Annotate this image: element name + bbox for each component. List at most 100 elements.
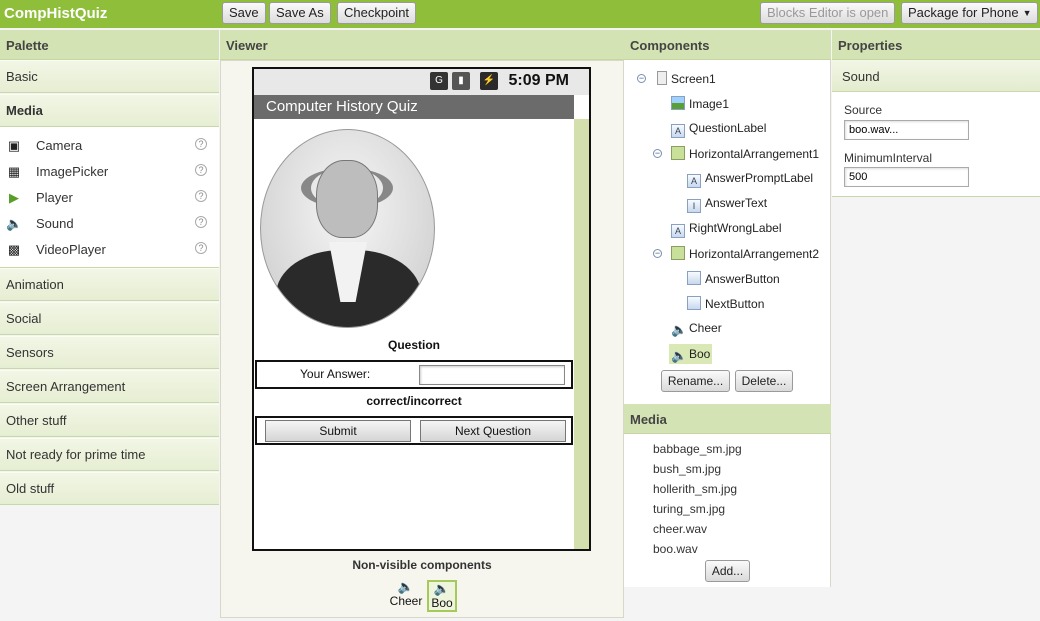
palette-item-player[interactable]: ▶ Player ?	[0, 187, 219, 213]
sound-icon: 🔈	[397, 579, 415, 594]
tree-item-label: Image1	[689, 97, 730, 111]
rename-button[interactable]: Rename...	[661, 370, 730, 392]
save-as-button[interactable]: Save As	[269, 2, 331, 24]
screen-title: Computer History Quiz	[254, 95, 574, 119]
textbox-icon: I	[687, 199, 701, 213]
media-header: Media	[624, 404, 831, 434]
horizontal-arrangement-icon	[671, 146, 685, 160]
tree-item-horizontalarrangement2[interactable]: HorizontalArrangement2	[671, 246, 819, 266]
palette-category-old-stuff[interactable]: Old stuff	[0, 472, 219, 505]
label-icon: A	[687, 174, 701, 188]
palette-category-screen-arrangement[interactable]: Screen Arrangement	[0, 370, 219, 403]
camera-icon: ▣	[7, 138, 21, 153]
collapse-toggle-icon[interactable]: −	[637, 74, 646, 83]
media-file[interactable]: hollerith_sm.jpg	[653, 482, 737, 496]
answer-text-input[interactable]	[419, 365, 565, 385]
media-file[interactable]: babbage_sm.jpg	[653, 442, 742, 456]
collapse-toggle-icon[interactable]: −	[653, 249, 662, 258]
palette-category-media[interactable]: Media	[0, 94, 219, 127]
help-icon[interactable]: ?	[195, 164, 207, 176]
notification-icon: G	[430, 72, 448, 90]
media-file[interactable]: bush_sm.jpg	[653, 462, 721, 476]
tree-item-label: AnswerButton	[705, 272, 780, 286]
tree-item-label: HorizontalArrangement2	[689, 247, 820, 261]
palette-item-label: Player	[36, 190, 73, 205]
palette-item-camera[interactable]: ▣ Camera ?	[0, 135, 219, 161]
nonvisible-cheer[interactable]: 🔈 Cheer	[388, 579, 424, 609]
status-time: 5:09 PM	[508, 72, 569, 89]
palette-item-label: ImagePicker	[36, 164, 109, 179]
scroll-strip	[574, 119, 589, 549]
minimum-interval-field[interactable]	[844, 167, 969, 187]
blocks-editor-button[interactable]: Blocks Editor is open	[760, 2, 896, 24]
components-header: Components	[624, 30, 831, 60]
chevron-down-icon: ▼	[1022, 8, 1032, 18]
media-file[interactable]: cheer.wav	[653, 522, 707, 536]
checkpoint-button[interactable]: Checkpoint	[337, 2, 417, 24]
help-icon[interactable]: ?	[195, 242, 207, 254]
phone-preview: G ▮ ⚡ 5:09 PM Computer History Quiz Ques…	[252, 67, 591, 551]
minimum-interval-label: MinimumInterval	[844, 151, 933, 165]
phone-status-bar: G ▮ ⚡ 5:09 PM	[254, 69, 589, 95]
right-wrong-label: correct/incorrect	[366, 394, 462, 408]
palette-category-basic[interactable]: Basic	[0, 60, 219, 93]
tree-item-answerbutton[interactable]: AnswerButton	[687, 271, 780, 291]
tree-item-questionlabel[interactable]: A QuestionLabel	[671, 121, 766, 141]
palette-category-not-ready[interactable]: Not ready for prime time	[0, 438, 219, 471]
add-media-button[interactable]: Add...	[705, 560, 750, 582]
video-player-icon: ▩	[7, 242, 21, 257]
palette-header: Palette	[0, 30, 219, 60]
next-question-button[interactable]: Next Question	[420, 420, 566, 442]
package-for-phone-button[interactable]: Package for Phone ▼	[901, 2, 1038, 24]
question-label: Question	[387, 338, 440, 352]
help-icon[interactable]: ?	[195, 216, 207, 228]
palette-item-label: VideoPlayer	[36, 242, 106, 257]
tree-item-answerpromptlabel[interactable]: A AnswerPromptLabel	[687, 171, 813, 191]
palette-category-animation[interactable]: Animation	[0, 268, 219, 301]
tree-item-label: QuestionLabel	[689, 121, 767, 135]
tree-item-nextbutton[interactable]: NextButton	[687, 296, 764, 316]
source-field[interactable]	[844, 120, 969, 140]
palette-item-label: Sound	[36, 216, 74, 231]
palette-item-sound[interactable]: 🔈 Sound ?	[0, 213, 219, 239]
tree-item-horizontalarrangement1[interactable]: HorizontalArrangement1	[671, 146, 819, 166]
tree-item-label: RightWrongLabel	[689, 221, 782, 235]
submit-button[interactable]: Submit	[265, 420, 411, 442]
palette-category-social[interactable]: Social	[0, 302, 219, 335]
properties-header: Properties	[832, 30, 1040, 60]
palette-item-videoplayer[interactable]: ▩ VideoPlayer ?	[0, 239, 219, 265]
collapse-toggle-icon[interactable]: −	[653, 149, 662, 158]
nonvisible-boo[interactable]: 🔈 Boo	[427, 580, 457, 612]
save-button[interactable]: Save	[222, 2, 266, 24]
tree-item-rightwronglabel[interactable]: A RightWrongLabel	[671, 221, 782, 241]
screen-icon	[657, 71, 667, 85]
palette-category-other-stuff[interactable]: Other stuff	[0, 404, 219, 437]
image-icon	[671, 96, 685, 110]
tree-item-label: AnswerText	[705, 196, 768, 210]
nonvisible-cheer-label: Cheer	[389, 594, 423, 608]
palette-item-label: Camera	[36, 138, 83, 153]
image-picker-icon: ▦	[7, 164, 21, 179]
help-icon[interactable]: ?	[195, 138, 207, 150]
portrait-image[interactable]	[260, 129, 435, 328]
nonvisible-boo-label: Boo	[431, 596, 453, 610]
package-for-phone-label: Package for Phone	[908, 5, 1019, 20]
palette-item-imagepicker[interactable]: ▦ ImagePicker ?	[0, 161, 219, 187]
nonvisible-header: Non-visible components	[352, 558, 492, 572]
tree-item-image1[interactable]: Image1	[671, 96, 729, 116]
tree-item-boo[interactable]: 🔈 Boo	[669, 344, 713, 364]
viewer-header: Viewer	[220, 30, 624, 60]
label-icon: A	[671, 224, 685, 238]
tree-item-label: Screen1	[671, 72, 716, 86]
help-icon[interactable]: ?	[195, 190, 207, 202]
sound-icon: 🔈	[6, 216, 23, 231]
tree-item-screen1[interactable]: Screen1	[657, 71, 716, 91]
media-file[interactable]: turing_sm.jpg	[653, 502, 725, 516]
tree-item-answertext[interactable]: I AnswerText	[687, 196, 767, 216]
palette-category-sensors[interactable]: Sensors	[0, 336, 219, 369]
delete-button[interactable]: Delete...	[735, 370, 793, 392]
top-bar: CompHistQuiz Save Save As Checkpoint Blo…	[0, 0, 1040, 28]
sound-icon: 🔈	[433, 581, 451, 596]
media-file[interactable]: boo.wav	[653, 542, 698, 556]
tree-item-cheer[interactable]: 🔈 Cheer	[671, 321, 722, 341]
